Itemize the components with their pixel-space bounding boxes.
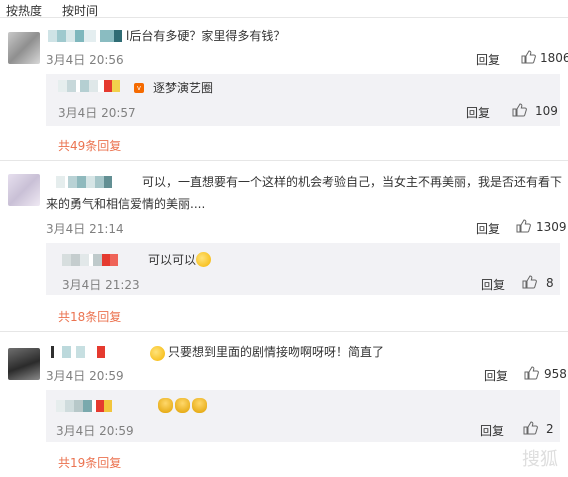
more-replies-link[interactable]: 共49条回复 <box>58 137 121 154</box>
sub-reply-text-row: 可以可以 <box>148 250 213 270</box>
sub-username-mosaic[interactable] <box>58 80 120 92</box>
like-icon[interactable] <box>524 366 539 380</box>
comment-time: 3月4日 20:56 <box>46 53 124 67</box>
like-count: 109 <box>535 104 558 118</box>
like-count: 2 <box>546 422 554 436</box>
like-count: 8 <box>546 276 554 290</box>
username-mosaic[interactable] <box>52 176 112 188</box>
like-icon[interactable] <box>523 421 538 435</box>
laugh-emoji-icon <box>196 252 212 267</box>
more-replies-link[interactable]: 共19条回复 <box>58 454 121 471</box>
comment-time: 3月4日 20:59 <box>46 369 124 383</box>
comment-text: l后台有多硬？家里得多有钱？ <box>126 29 286 43</box>
username-mosaic[interactable] <box>48 346 105 358</box>
sub-reply-time: 3月4日 20:57 <box>58 106 136 120</box>
like-count: 958 <box>544 367 567 381</box>
comment-text-line-1: 可以，一直想要有一个这样的机会考验自己，当女主不再美丽，我是否还有看下 <box>142 175 563 189</box>
sub-username-mosaic[interactable] <box>62 254 118 266</box>
doll-emoji-icon <box>158 398 173 413</box>
more-replies-link[interactable]: 共18条回复 <box>58 308 121 325</box>
vip-badge-icon: v <box>134 83 144 93</box>
avatar[interactable] <box>8 348 40 380</box>
avatar[interactable] <box>8 32 40 64</box>
like-icon[interactable] <box>512 103 527 117</box>
sub-reply-text: 逐梦演艺圈 <box>153 81 214 95</box>
sub-reply-emoji-row <box>158 396 209 416</box>
reply-button[interactable]: 回复 <box>476 220 500 237</box>
comment-text: 只要想到里面的剧情接吻啊呀呀！简直了 <box>168 345 385 359</box>
comment-text-line-2: 来的勇气和相信爱情的美丽.... <box>46 197 206 211</box>
sub-reply-time: 3月4日 21:23 <box>62 278 140 292</box>
like-icon[interactable] <box>516 219 531 233</box>
like-count: 1806 <box>540 51 568 65</box>
sub-reply-button[interactable]: 回复 <box>480 422 504 439</box>
comment-divider <box>0 160 568 161</box>
sort-bar: 按热度 按时间 <box>0 0 568 18</box>
comment-time: 3月4日 21:14 <box>46 222 124 236</box>
sort-divider <box>0 17 568 18</box>
watermark: 搜狐 <box>522 449 558 470</box>
sub-reply-button[interactable]: 回复 <box>466 104 490 121</box>
comment-divider <box>0 331 568 332</box>
reply-button[interactable]: 回复 <box>484 367 508 384</box>
username-mosaic[interactable] <box>48 30 122 42</box>
kiss-emoji-icon <box>150 346 165 361</box>
like-count: 1309 <box>536 220 567 234</box>
sub-username-mosaic[interactable] <box>56 400 112 412</box>
doll-emoji-icon <box>175 398 190 413</box>
doll-emoji-icon <box>192 398 207 413</box>
like-icon[interactable] <box>521 50 536 64</box>
sub-reply-text: 可以可以 <box>148 253 197 267</box>
avatar[interactable] <box>8 174 40 206</box>
sub-reply-time: 3月4日 20:59 <box>56 424 134 438</box>
reply-button[interactable]: 回复 <box>476 51 500 68</box>
sub-reply-button[interactable]: 回复 <box>481 276 505 293</box>
like-icon[interactable] <box>522 275 537 289</box>
